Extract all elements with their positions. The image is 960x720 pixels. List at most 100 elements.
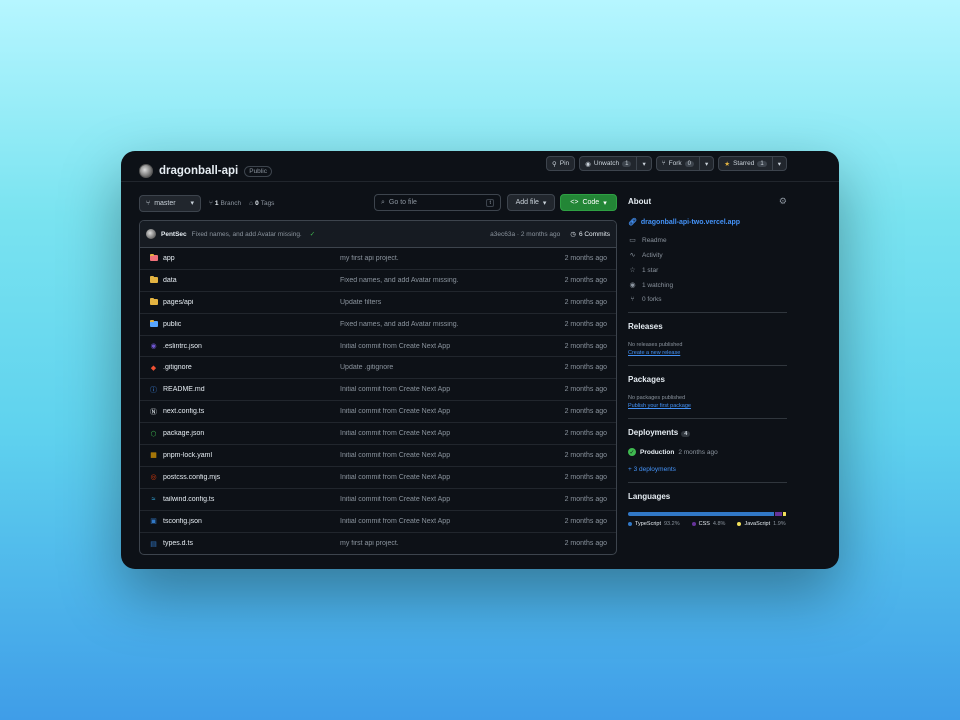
add-file-button[interactable]: Add file ▾: [507, 194, 555, 211]
file-commit-message[interactable]: Update .gitignore: [340, 364, 537, 371]
tag-icon: ⌂: [249, 199, 254, 207]
file-name[interactable]: data: [163, 277, 340, 284]
file-name[interactable]: README.md: [163, 386, 340, 393]
repo-name[interactable]: dragonball-api: [159, 165, 238, 177]
file-row[interactable]: ⬡ package.json Initial commit from Create …: [140, 423, 616, 446]
file-commit-message[interactable]: Initial commit from Create Next App: [340, 474, 537, 481]
file-row[interactable]: app my first api project. 2 months ago: [140, 248, 616, 270]
divider: [628, 482, 787, 483]
file-commit-message[interactable]: Initial commit from Create Next App: [340, 518, 537, 525]
file-commit-date: 2 months ago: [564, 408, 607, 416]
publish-package-link[interactable]: Publish your first package: [628, 403, 787, 409]
stars-link[interactable]: ☆ 1 star: [628, 266, 787, 275]
chevron-down-icon[interactable]: ▾: [642, 160, 645, 168]
gear-icon[interactable]: ⚙: [779, 196, 787, 207]
go-to-file-input[interactable]: ⌕ Go to file t: [374, 194, 501, 211]
file-row[interactable]: ◉ .eslintrc.json Initial commit from Creat…: [140, 336, 616, 358]
file-name[interactable]: tsconfig.json: [163, 518, 340, 525]
file-name[interactable]: package.json: [163, 430, 340, 437]
committer-avatar[interactable]: [146, 229, 156, 239]
file-name[interactable]: .eslintrc.json: [163, 343, 340, 350]
language-item[interactable]: CSS 4.8%: [691, 521, 725, 527]
file-commit-message[interactable]: Update filters: [340, 299, 537, 306]
file-name[interactable]: next.config.ts: [163, 408, 340, 415]
file-row[interactable]: public Fixed names, and add Avatar missin…: [140, 314, 616, 336]
language-item[interactable]: TypeScript 93.2%: [628, 521, 680, 527]
file-name[interactable]: public: [163, 321, 340, 328]
fork-label: Fork: [668, 160, 682, 167]
tags-link[interactable]: ⌂ 0 Tags: [249, 200, 274, 207]
file-commit-message[interactable]: my first api project.: [340, 540, 537, 547]
file-row[interactable]: Ⓝnext.config.ts Initial commit from Creat…: [140, 401, 616, 424]
latest-commit: PentSec Fixed names, and add Avatar miss…: [140, 221, 616, 248]
file-name[interactable]: pnpm-lock.yaml: [163, 452, 340, 459]
committer-name[interactable]: PentSec: [161, 231, 187, 238]
starred-button[interactable]: ★ Starred 1 ▾: [718, 156, 787, 171]
file-row[interactable]: ▣ tsconfig.json Initial commit from Create…: [140, 511, 616, 533]
branches-link[interactable]: ⑂ 1 Branch: [209, 200, 241, 207]
unwatch-button[interactable]: ◉ Unwatch 1 ▾: [579, 156, 652, 171]
owner-avatar[interactable]: [139, 164, 153, 178]
file-commit-message[interactable]: Initial commit from Create Next App: [340, 343, 537, 350]
forks-link[interactable]: ⑂ 0 forks: [628, 296, 787, 303]
commit-hash-time[interactable]: a3ec63a · 2 months ago: [490, 231, 560, 238]
git-icon: ◆: [150, 364, 157, 372]
file-row[interactable]: ≈ tailwind.config.ts Initial commit from C…: [140, 489, 616, 511]
deployment-production[interactable]: ✓ Production 2 months ago: [628, 448, 787, 456]
file-commit-message[interactable]: Initial commit from Create Next App: [340, 408, 537, 415]
language-name: TypeScript: [635, 521, 661, 527]
chevron-down-icon[interactable]: ▾: [705, 160, 708, 168]
activity-link[interactable]: ∿ Activity: [628, 251, 787, 260]
code-button[interactable]: <> Code ▾: [560, 194, 617, 211]
pin-button[interactable]: ⚲ Pin: [545, 156, 576, 171]
file-row[interactable]: ◎ postcss.config.mjs Initial commit from C…: [140, 467, 616, 489]
file-row[interactable]: data Fixed names, and add Avatar missing.…: [140, 270, 616, 292]
branch-selector[interactable]: ⑂ master ▾: [139, 194, 201, 212]
typescript-icon: ▣: [150, 518, 157, 526]
file-commit-message[interactable]: Initial commit from Create Next App: [340, 430, 537, 437]
file-commit-message[interactable]: Initial commit from Create Next App: [340, 496, 537, 503]
file-name[interactable]: tailwind.config.ts: [163, 496, 340, 503]
typescript-definition-icon: ▤: [150, 540, 157, 548]
language-item[interactable]: JavaScript 1.9%: [737, 521, 786, 527]
file-row[interactable]: ⓘ README.md Initial commit from Create Nex…: [140, 379, 616, 402]
file-name[interactable]: .gitignore: [163, 364, 340, 371]
file-list: PentSec Fixed names, and add Avatar miss…: [139, 220, 617, 556]
packages-title[interactable]: Packages: [628, 375, 787, 384]
check-icon[interactable]: ✓: [310, 230, 315, 238]
visibility-badge: Public: [244, 165, 272, 177]
create-release-link[interactable]: Create a new release: [628, 350, 787, 356]
file-commit-message[interactable]: Initial commit from Create Next App: [340, 386, 537, 393]
readme-link[interactable]: ▭ Readme: [628, 236, 787, 245]
file-name[interactable]: postcss.config.mjs: [163, 474, 340, 481]
tag-count: 0: [255, 199, 259, 207]
watching-link[interactable]: ◉ 1 watching: [628, 281, 787, 290]
file-name[interactable]: pages/api: [163, 299, 340, 306]
commit-message[interactable]: Fixed names, and add Avatar missing.: [192, 231, 302, 238]
chevron-down-icon[interactable]: ▾: [778, 160, 781, 168]
file-name[interactable]: app: [163, 255, 340, 262]
file-commit-date: 2 months ago: [564, 342, 607, 350]
pin-icon: ⚲: [551, 160, 557, 168]
fork-icon: ⑂: [661, 160, 666, 167]
file-commit-message[interactable]: my first api project.: [340, 255, 537, 262]
fork-button[interactable]: ⑂ Fork 0 ▾: [655, 156, 715, 171]
file-row[interactable]: ▦ pnpm-lock.yaml Initial commit from Creat…: [140, 445, 616, 467]
website-link[interactable]: 🔗︎ dragonball-api-two.vercel.app: [628, 218, 787, 227]
deployments-title[interactable]: Deployments 4: [628, 428, 787, 437]
file-commit-message[interactable]: Fixed names, and add Avatar missing.: [340, 277, 537, 284]
about-header: About ⚙: [628, 196, 787, 207]
file-commit-message[interactable]: Initial commit from Create Next App: [340, 452, 537, 459]
more-deployments-link[interactable]: + 3 deployments: [628, 466, 787, 473]
pin-label: Pin: [559, 160, 570, 167]
file-row[interactable]: ◆ .gitignore Update .gitignore 2 months ago: [140, 357, 616, 380]
file-commit-message[interactable]: Fixed names, and add Avatar missing.: [340, 321, 537, 328]
commits-link[interactable]: ◷ 6 Commits: [570, 230, 610, 239]
releases-title[interactable]: Releases: [628, 322, 787, 331]
search-placeholder: Go to file: [388, 199, 417, 206]
file-name[interactable]: types.d.ts: [163, 540, 340, 547]
file-row[interactable]: ▤ types.d.ts my first api project. 2 months…: [140, 533, 616, 555]
file-row[interactable]: pages/api Update filters 2 months ago: [140, 292, 616, 314]
divider: [628, 312, 787, 313]
main-content: ⑂ master ▾ ⑂ 1 Branch ⌂ 0 Tags ⌕ Go to f…: [139, 194, 617, 556]
